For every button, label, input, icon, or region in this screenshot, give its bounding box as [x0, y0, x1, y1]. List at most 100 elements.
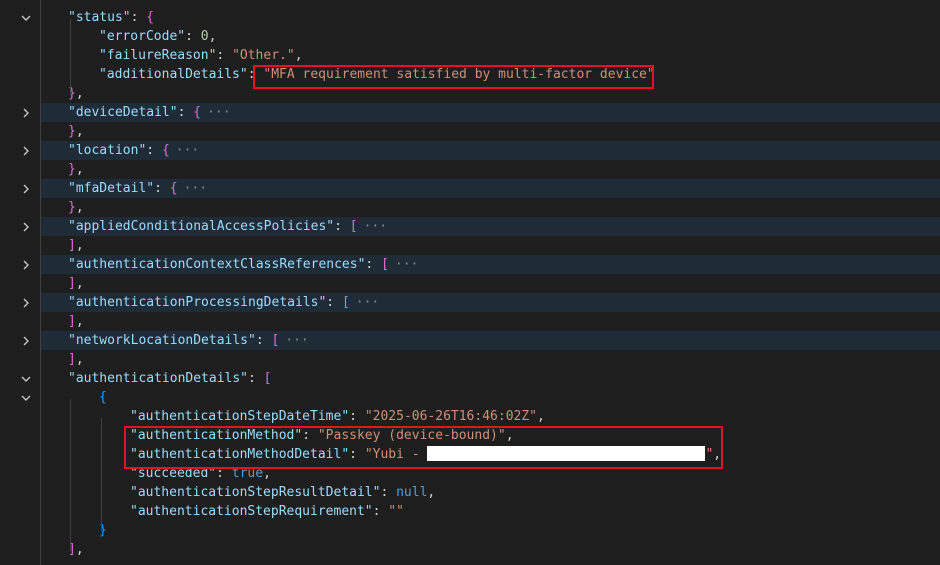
- line-gutter: [0, 27, 40, 46]
- code-text: ],: [68, 274, 84, 293]
- code-line[interactable]: }: [0, 521, 940, 540]
- chevron-down-icon[interactable]: [18, 369, 34, 388]
- line-gutter: [0, 540, 40, 559]
- json-bracket: [: [271, 333, 280, 348]
- json-punctuation: :: [247, 67, 264, 82]
- json-key: "authenticationDetails": [68, 371, 249, 386]
- code-text: ],: [68, 312, 84, 331]
- line-gutter: [0, 312, 40, 331]
- json-string: "2025-06-26T16:46:02Z": [364, 409, 537, 424]
- json-key: "mfaDetail": [68, 181, 155, 196]
- line-gutter: [0, 445, 40, 464]
- code-line[interactable]: "authenticationContextClassReferences": …: [0, 255, 940, 274]
- json-bracket: ]: [68, 238, 76, 253]
- folded-ellipsis[interactable]: ···: [182, 179, 209, 198]
- code-line[interactable]: "additionalDetails": "MFA requirement sa…: [0, 65, 940, 84]
- code-line[interactable]: },: [0, 84, 940, 103]
- json-punctuation: :: [349, 447, 365, 462]
- json-bracket: {: [193, 105, 202, 120]
- code-line[interactable]: "networkLocationDetails": [···: [0, 331, 940, 350]
- folded-ellipsis[interactable]: ···: [174, 141, 201, 160]
- code-line[interactable]: "authenticationMethod": "Passkey (device…: [0, 426, 940, 445]
- json-key: "authenticationStepDateTime": [130, 409, 350, 424]
- code-text: "authenticationStepResultDetail": null,: [130, 483, 435, 502]
- json-key: "succeeded": [130, 466, 217, 481]
- json-punctuation: :: [372, 504, 389, 519]
- code-line[interactable]: "authenticationStepResultDetail": null,: [0, 483, 940, 502]
- code-line[interactable]: "mfaDetail": {···: [0, 179, 940, 198]
- line-gutter: [0, 350, 40, 369]
- indent-guide: [70, 19, 71, 95]
- json-bracket: [: [263, 371, 272, 386]
- code-line[interactable]: "appliedConditionalAccessPolicies": [···: [0, 217, 940, 236]
- json-bracket: ]: [68, 276, 76, 291]
- json-punctuation: :: [302, 428, 318, 443]
- indent-guide: [40, 0, 41, 565]
- code-line[interactable]: ],: [0, 236, 940, 255]
- code-line[interactable]: ],: [0, 312, 940, 331]
- line-gutter: [0, 46, 40, 65]
- json-bracket: }: [68, 200, 76, 215]
- code-line[interactable]: "authenticationStepRequirement": "": [0, 502, 940, 521]
- code-line[interactable]: },: [0, 122, 940, 141]
- json-bracket: ]: [68, 314, 76, 329]
- chevron-right-icon[interactable]: [18, 141, 34, 160]
- json-string: "MFA requirement satisfied by multi-fact…: [263, 67, 655, 82]
- chevron-right-icon[interactable]: [18, 331, 34, 350]
- chevron-right-icon[interactable]: [18, 255, 34, 274]
- json-punctuation: ,: [537, 409, 545, 424]
- code-line[interactable]: ],: [0, 350, 940, 369]
- json-punctuation: :: [334, 219, 350, 234]
- code-text: ],: [68, 236, 84, 255]
- json-punctuation: :: [326, 295, 342, 310]
- code-line[interactable]: "authenticationDetails": [: [0, 369, 940, 388]
- json-bracket: {: [99, 390, 107, 405]
- code-line[interactable]: "authenticationStepDateTime": "2025-06-2…: [0, 407, 940, 426]
- code-line[interactable]: "succeeded": true,: [0, 464, 940, 483]
- code-line[interactable]: {: [0, 388, 940, 407]
- folded-ellipsis[interactable]: ···: [362, 217, 389, 236]
- json-key: "location": [68, 143, 147, 158]
- json-punctuation: :: [130, 10, 147, 25]
- json-key: "authenticationContextClassReferences": [68, 257, 366, 272]
- folded-ellipsis[interactable]: ···: [393, 255, 420, 274]
- code-line[interactable]: },: [0, 160, 940, 179]
- folded-ellipsis[interactable]: ···: [205, 103, 232, 122]
- json-bracket: {: [161, 143, 170, 158]
- folded-ellipsis[interactable]: ···: [283, 331, 310, 350]
- code-line[interactable]: ],: [0, 274, 940, 293]
- json-punctuation: ,: [427, 485, 436, 500]
- line-gutter: [0, 84, 40, 103]
- code-line[interactable]: "authenticationProcessingDetails": [···: [0, 293, 940, 312]
- code-text: "networkLocationDetails": [···: [68, 331, 311, 350]
- json-key: "authenticationProcessingDetails": [68, 295, 327, 310]
- chevron-right-icon[interactable]: [18, 103, 34, 122]
- code-text: "authenticationMethodDetail": "Yubi - ",: [130, 445, 721, 464]
- chevron-right-icon[interactable]: [18, 179, 34, 198]
- code-line[interactable]: "authenticationMethodDetail": "Yubi - ",: [0, 445, 940, 464]
- chevron-right-icon[interactable]: [18, 217, 34, 236]
- code-line[interactable]: },: [0, 198, 940, 217]
- json-literal: true: [231, 466, 264, 481]
- code-line[interactable]: "deviceDetail": {···: [0, 103, 940, 122]
- code-text: "location": {···: [68, 141, 201, 160]
- json-punctuation: :: [380, 485, 397, 500]
- code-text: "authenticationProcessingDetails": [···: [68, 293, 381, 312]
- json-string: "Yubi -: [364, 447, 428, 462]
- chevron-right-icon[interactable]: [18, 293, 34, 312]
- line-gutter: [0, 160, 40, 179]
- line-gutter: [0, 198, 40, 217]
- folded-ellipsis[interactable]: ···: [354, 293, 381, 312]
- line-gutter: [0, 502, 40, 521]
- json-literal: null: [396, 485, 428, 500]
- code-text: "failureReason": "Other.",: [99, 46, 303, 65]
- chevron-down-icon[interactable]: [18, 388, 34, 407]
- json-editor[interactable]: ],} "authenticationStepRequirement": "" "a…: [0, 0, 940, 565]
- code-line[interactable]: "status": {: [0, 8, 940, 27]
- code-line[interactable]: ],: [0, 540, 940, 559]
- code-line[interactable]: "location": {···: [0, 141, 940, 160]
- chevron-down-icon[interactable]: [18, 8, 34, 27]
- line-gutter: [0, 122, 40, 141]
- code-line[interactable]: "errorCode": 0,: [0, 27, 940, 46]
- code-line[interactable]: "failureReason": "Other.",: [0, 46, 940, 65]
